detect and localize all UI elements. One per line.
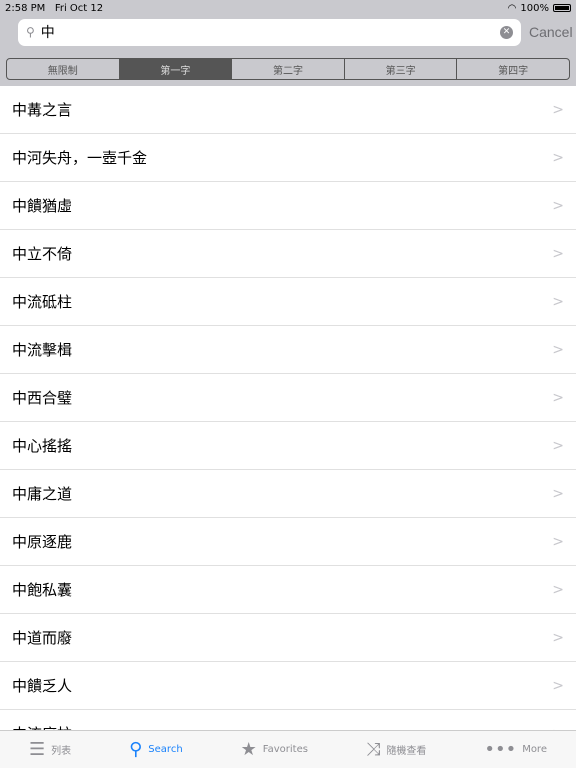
item-label: 中道而廢 <box>12 629 73 647</box>
battery-icon <box>553 4 571 12</box>
chevron-right-icon: > <box>552 197 564 214</box>
tab-2[interactable]: ★ Favorites <box>241 739 308 760</box>
search-input[interactable] <box>40 24 494 40</box>
item-label: 中庸之道 <box>12 485 73 503</box>
status-time: 2:58 PM <box>5 2 46 14</box>
item-label: 中冓之言 <box>12 101 73 119</box>
list-item[interactable]: 中河失舟，一壺千金 > <box>0 134 576 182</box>
tab-label: 隨機查看 <box>386 746 427 757</box>
item-label: 中心搖搖 <box>12 437 73 455</box>
list-item[interactable]: 中立不倚 > <box>0 230 576 278</box>
shuffle-icon: ⤨ <box>365 739 381 760</box>
tab-label: Favorites <box>262 744 308 755</box>
chevron-right-icon: > <box>552 293 564 310</box>
segment-2[interactable]: 第二字 <box>232 59 345 79</box>
list-item[interactable]: 中流擊楫 > <box>0 326 576 374</box>
list-item[interactable]: 中原逐鹿 > <box>0 518 576 566</box>
chevron-right-icon: > <box>552 149 564 166</box>
segment-3[interactable]: 第三字 <box>345 59 458 79</box>
list-item[interactable]: 中庸之道 > <box>0 470 576 518</box>
search-icon: ⚲ <box>129 739 143 760</box>
item-label: 中饋猶虛 <box>12 197 73 215</box>
star-icon: ★ <box>240 739 257 760</box>
item-label: 中河失舟，一壺千金 <box>12 149 148 167</box>
list-item[interactable]: 中西合璧 > <box>0 374 576 422</box>
segment-0[interactable]: 無限制 <box>7 59 120 79</box>
chevron-right-icon: > <box>552 389 564 406</box>
list-item[interactable]: 中飽私囊 > <box>0 566 576 614</box>
item-label: 中飽私囊 <box>12 581 73 599</box>
chevron-right-icon: > <box>552 437 564 454</box>
item-label: 中立不倚 <box>12 245 73 263</box>
tab-bar: ☰ 列表 ⚲ Search ★ Favorites ⤨ 隨機查看 ••• More <box>0 730 576 768</box>
tab-label: More <box>522 744 547 755</box>
list-icon: ☰ <box>28 739 46 760</box>
chevron-right-icon: > <box>552 677 564 694</box>
list-item[interactable]: 中饋猶虛 > <box>0 182 576 230</box>
status-date: Fri Oct 12 <box>54 2 104 14</box>
item-label: 中流砥柱 <box>12 293 73 311</box>
more-icon: ••• <box>484 739 517 760</box>
chevron-right-icon: > <box>552 101 564 118</box>
status-bar: 2:58 PM Fri Oct 12 ◠ 100% <box>0 0 576 16</box>
search-field[interactable]: ⚲ ✕ <box>18 18 521 46</box>
item-label: 中原逐鹿 <box>12 533 73 551</box>
tab-label: 列表 <box>51 746 72 757</box>
tab-1[interactable]: ⚲ Search <box>129 739 183 760</box>
list-item[interactable]: 中冓之言 > <box>0 86 576 134</box>
chevron-right-icon: > <box>552 245 564 262</box>
tab-4[interactable]: ••• More <box>484 739 547 760</box>
list-item[interactable]: 中道而廢 > <box>0 614 576 662</box>
tab-3[interactable]: ⤨ 隨機查看 <box>366 739 426 760</box>
battery-percent: 100% <box>520 2 549 14</box>
tab-label: Search <box>148 744 183 755</box>
list-item[interactable]: 中心搖搖 > <box>0 422 576 470</box>
chevron-right-icon: > <box>552 533 564 550</box>
list-item[interactable]: 中饋乏人 > <box>0 662 576 710</box>
segment-4[interactable]: 第四字 <box>457 59 569 79</box>
tab-0[interactable]: ☰ 列表 <box>29 739 71 760</box>
clear-icon[interactable]: ✕ <box>500 25 513 39</box>
item-label: 中流擊楫 <box>12 341 73 359</box>
item-label: 中西合璧 <box>12 389 73 407</box>
chevron-right-icon: > <box>552 485 564 502</box>
segment-1[interactable]: 第一字 <box>119 59 233 79</box>
position-filter: 無限制 第一字 第二字 第三字 第四字 <box>6 58 570 80</box>
chevron-right-icon: > <box>552 341 564 358</box>
search-header: 2:58 PM Fri Oct 12 ◠100% ⚲ ✕ Cancel 無限制第… <box>0 0 576 86</box>
chevron-right-icon: > <box>552 581 564 598</box>
cancel-button[interactable]: Cancel <box>529 24 573 40</box>
search-icon: ⚲ <box>26 25 35 39</box>
wifi-icon: ◠ <box>507 2 517 14</box>
chevron-right-icon: > <box>552 629 564 646</box>
results-list: 中冓之言 > 中河失舟，一壺千金 > 中饋猶虛 > 中立不倚 > 中流砥柱 > 中流擊楫 > 中西合璧 >… <box>0 86 576 758</box>
item-label: 中饋乏人 <box>12 677 73 695</box>
list-item[interactable]: 中流砥柱 > <box>0 278 576 326</box>
